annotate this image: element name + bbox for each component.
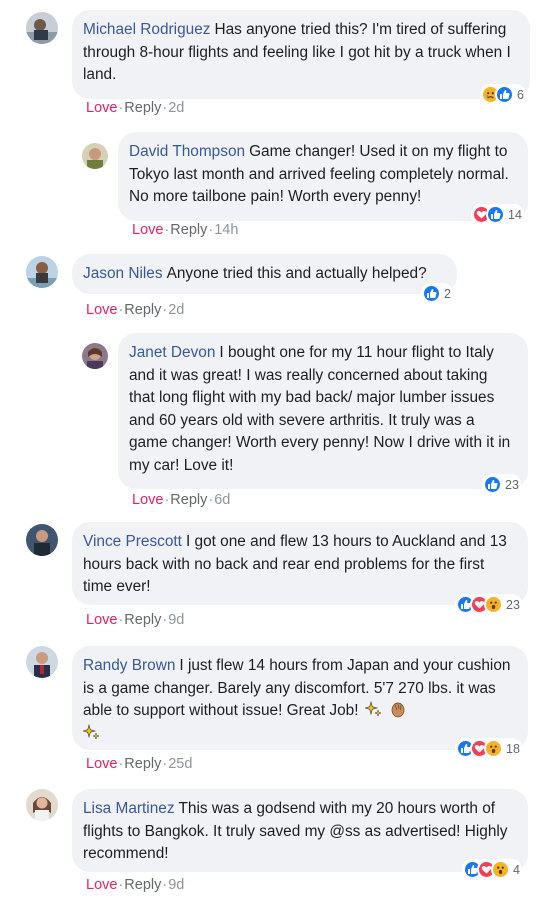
avatar[interactable]	[26, 524, 58, 556]
reaction-count: 6	[517, 87, 524, 102]
comment-bubble: Janet Devon I bought one for my 11 hour f…	[118, 333, 528, 489]
reaction-count: 23	[505, 477, 519, 492]
wow-reaction-icon	[484, 595, 503, 614]
avatar[interactable]	[26, 789, 58, 821]
author-name[interactable]: Randy Brown	[83, 657, 175, 674]
reply-action[interactable]: Reply	[170, 492, 207, 508]
avatar[interactable]	[82, 343, 108, 369]
comment-actions: Love·Reply·2d	[86, 100, 185, 116]
comment-actions: Love·Reply·2d	[86, 302, 185, 318]
author-name[interactable]: David Thompson	[129, 143, 245, 160]
timestamp[interactable]: 9d	[168, 877, 184, 893]
author-name[interactable]: Michael Rodriguez	[83, 21, 210, 38]
author-name[interactable]: Vince Prescott	[83, 533, 182, 550]
clapping-hands-icon	[391, 702, 405, 718]
reaction-summary[interactable]: 18	[455, 738, 522, 759]
comment-bubble: Randy Brown I just flew 14 hours from Jap…	[72, 646, 528, 750]
love-action[interactable]: Love	[86, 877, 117, 893]
author-name[interactable]: Lisa Martinez	[83, 800, 175, 817]
comment-bubble: David Thompson Game changer! Used it on m…	[118, 132, 528, 221]
reaction-count: 18	[506, 741, 520, 756]
timestamp[interactable]: 9d	[168, 612, 184, 628]
like-reaction-icon	[495, 85, 514, 104]
wow-reaction-icon	[491, 860, 510, 879]
author-name[interactable]: Jason Niles	[83, 265, 163, 282]
love-action[interactable]: Love	[86, 756, 117, 772]
reaction-count: 4	[513, 862, 520, 877]
comment-bubble: Vince Prescott I got one and flew 13 hour…	[72, 522, 528, 605]
comment-actions: Love·Reply·9d	[86, 612, 185, 628]
love-action[interactable]: Love	[86, 302, 117, 318]
like-reaction-icon	[422, 284, 441, 303]
comment-actions: Love·Reply·25d	[86, 756, 193, 772]
reply-action[interactable]: Reply	[124, 877, 161, 893]
reaction-count: 23	[506, 597, 520, 612]
timestamp[interactable]: 14h	[214, 222, 238, 238]
reply-action[interactable]: Reply	[124, 612, 161, 628]
reply-action[interactable]: Reply	[124, 100, 161, 116]
avatar[interactable]	[26, 256, 58, 288]
reaction-summary[interactable]: 23	[455, 594, 522, 615]
timestamp[interactable]: 25d	[168, 756, 192, 772]
reply-action[interactable]: Reply	[124, 302, 161, 318]
reply-action[interactable]: Reply	[124, 756, 161, 772]
comment-text: Anyone tried this and actually helped?	[166, 265, 427, 282]
avatar[interactable]	[26, 646, 58, 678]
like-reaction-icon	[483, 475, 502, 494]
reaction-summary[interactable]: 6	[480, 84, 526, 105]
comment-text: I bought one for my 11 hour flight to It…	[129, 344, 511, 474]
reaction-count: 14	[508, 207, 522, 222]
love-action[interactable]: Love	[132, 492, 163, 508]
timestamp[interactable]: 2d	[168, 302, 184, 318]
love-action[interactable]: Love	[132, 222, 163, 238]
comment-actions: Love·Reply·6d	[132, 492, 231, 508]
comment-bubble: Lisa Martinez This was a godsend with my …	[72, 789, 528, 872]
comment-actions: Love·Reply·9d	[86, 877, 185, 893]
love-action[interactable]: Love	[86, 100, 117, 116]
timestamp[interactable]: 6d	[214, 492, 230, 508]
sparkles-icon	[364, 700, 382, 717]
reaction-summary[interactable]: 23	[482, 474, 521, 495]
comment-bubble: Michael Rodriguez Has anyone tried this? …	[72, 10, 530, 99]
love-action[interactable]: Love	[86, 612, 117, 628]
reaction-summary[interactable]: 2	[421, 283, 453, 304]
reaction-summary[interactable]: 14	[471, 204, 524, 225]
wow-reaction-icon	[484, 739, 503, 758]
reaction-count: 2	[444, 286, 451, 301]
like-reaction-icon	[486, 205, 505, 224]
avatar[interactable]	[82, 143, 108, 169]
sparkles-icon	[83, 723, 100, 740]
reply-action[interactable]: Reply	[170, 222, 207, 238]
timestamp[interactable]: 2d	[168, 100, 184, 116]
avatar[interactable]	[26, 12, 58, 44]
author-name[interactable]: Janet Devon	[129, 344, 215, 361]
comment-actions: Love·Reply·14h	[132, 222, 239, 238]
reaction-summary[interactable]: 4	[462, 859, 522, 880]
comment-bubble: Jason Niles Anyone tried this and actuall…	[72, 254, 457, 294]
